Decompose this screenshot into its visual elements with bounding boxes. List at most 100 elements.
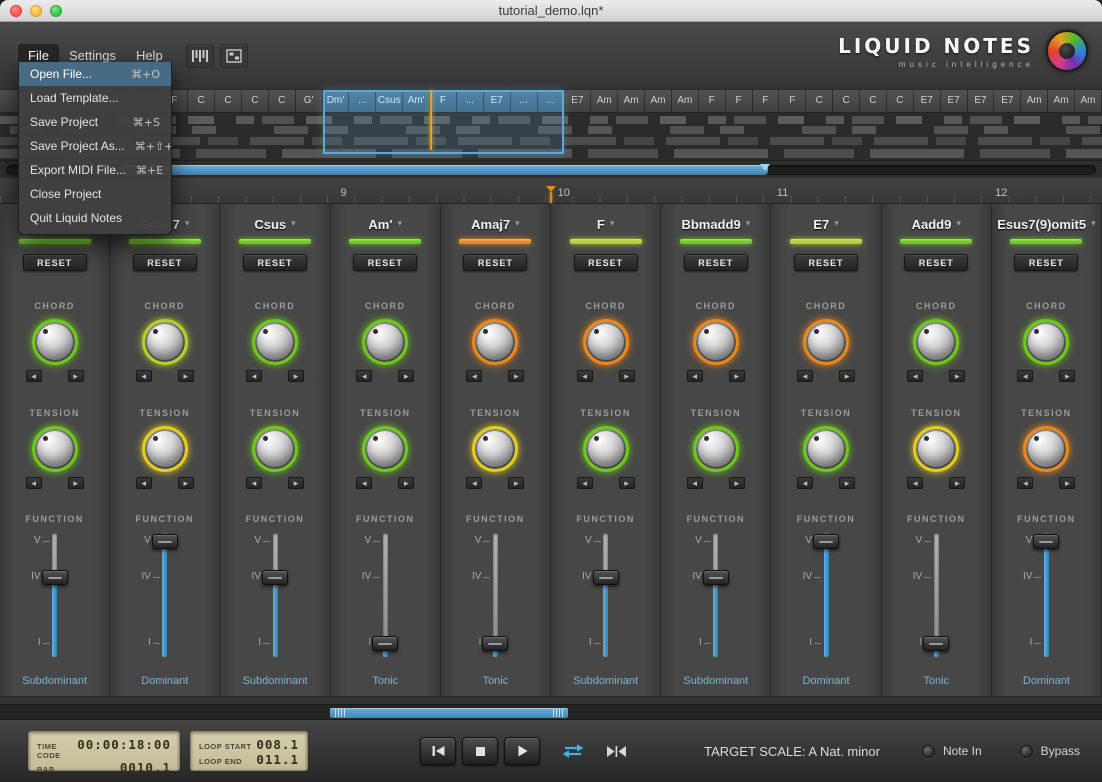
tension-prev-button[interactable]: ◂ (686, 477, 703, 489)
tension-knob[interactable] (913, 426, 960, 472)
timeline-chord-cell[interactable]: F (725, 90, 753, 112)
chord-selector[interactable]: Am' ▾ (368, 216, 402, 232)
file-menu-item[interactable]: Export MIDI File... ⌘+E (19, 158, 171, 182)
chord-selector[interactable]: Bbmadd9 ▾ (681, 216, 750, 232)
timeline-chord-cell[interactable]: E7 (483, 90, 511, 112)
tension-knob[interactable] (582, 426, 629, 472)
tension-next-button[interactable]: ▸ (618, 477, 635, 489)
piano-view-button[interactable] (186, 44, 214, 68)
tension-knob[interactable] (31, 426, 78, 472)
function-slider[interactable]: V IV I (901, 533, 971, 663)
reset-button[interactable]: RESET (794, 254, 859, 271)
function-slider[interactable]: V IV I (460, 533, 530, 663)
reset-button[interactable]: RESET (243, 254, 307, 271)
ruler-playhead-marker[interactable] (545, 186, 556, 203)
chord-selector[interactable]: E7 ▾ (813, 216, 838, 232)
chord-knob[interactable] (362, 319, 409, 365)
reset-button[interactable]: RESET (463, 254, 528, 271)
function-slider[interactable]: V IV I (350, 533, 420, 663)
tension-prev-button[interactable]: ◂ (907, 477, 924, 489)
function-slider-handle[interactable] (592, 570, 619, 585)
timeline-chord-cell[interactable]: F (752, 90, 780, 112)
minimize-window-button[interactable] (30, 5, 42, 17)
function-slider[interactable]: V IV I (130, 533, 200, 663)
tension-next-button[interactable]: ▸ (67, 477, 84, 489)
chord-next-button[interactable]: ▸ (728, 370, 745, 382)
bottom-scrollbar[interactable] (0, 704, 1102, 720)
tension-knob[interactable] (803, 426, 850, 472)
function-slider-handle[interactable] (151, 534, 178, 549)
skip-to-end-button[interactable] (606, 745, 627, 758)
chord-knob[interactable] (803, 319, 850, 365)
chord-next-button[interactable]: ▸ (839, 370, 856, 382)
chord-knob[interactable] (1023, 319, 1070, 365)
tension-prev-button[interactable]: ◂ (797, 477, 814, 489)
tension-next-button[interactable]: ▸ (398, 477, 415, 489)
chord-knob[interactable] (31, 319, 78, 365)
chord-prev-button[interactable]: ◂ (356, 370, 373, 382)
tension-prev-button[interactable]: ◂ (246, 477, 262, 489)
tension-prev-button[interactable]: ◂ (25, 477, 42, 489)
chord-selector[interactable]: Amaj7 ▾ (471, 216, 520, 232)
chord-knob[interactable] (692, 319, 739, 365)
timeline-chord-cell[interactable]: Dm' (322, 90, 350, 112)
chord-knob[interactable] (913, 319, 960, 365)
function-slider-handle[interactable] (262, 570, 288, 585)
timeline-chord-cell[interactable]: Am (618, 90, 645, 112)
reset-button[interactable]: RESET (353, 254, 418, 271)
function-slider-handle[interactable] (1033, 534, 1060, 549)
timeline-chord-cell[interactable]: E7 (994, 90, 1022, 112)
timeline-chord-cell[interactable]: Am (591, 90, 619, 112)
tension-knob[interactable] (141, 426, 188, 472)
timeline-chord-cell[interactable]: Am (1048, 90, 1075, 112)
overview-range-bar[interactable] (120, 165, 768, 175)
timeline-chord-cell[interactable]: F (430, 90, 457, 112)
tension-prev-button[interactable]: ◂ (466, 477, 483, 489)
note-in-toggle[interactable]: Note In (921, 744, 982, 758)
timeline-chord-cell[interactable]: C (833, 90, 860, 112)
chord-prev-button[interactable]: ◂ (466, 370, 483, 382)
timeline-chord-cell[interactable]: E7 (564, 90, 592, 112)
reset-button[interactable]: RESET (573, 254, 638, 271)
timeline-chord-cell[interactable]: F (779, 90, 807, 112)
timeline-chord-cell[interactable]: C (241, 90, 269, 112)
tension-prev-button[interactable]: ◂ (576, 477, 593, 489)
timeline-chord-cell[interactable]: Am' (403, 90, 430, 112)
function-slider-handle[interactable] (813, 534, 840, 549)
timeline-chord-cell[interactable]: Csus (376, 90, 404, 112)
function-slider-handle[interactable] (702, 570, 729, 585)
timeline-chord-cell[interactable]: Am (1021, 90, 1049, 112)
timeline-chord-cell[interactable]: Am (645, 90, 672, 112)
tension-knob[interactable] (362, 426, 409, 472)
chord-knob[interactable] (252, 319, 298, 365)
timeline-chord-cell[interactable]: ... (510, 90, 538, 112)
tension-knob[interactable] (1023, 426, 1070, 472)
file-menu-item[interactable]: Load Template... (19, 86, 171, 110)
function-slider[interactable]: V IV I (571, 533, 641, 663)
timeline-chord-cell[interactable]: ... (456, 90, 484, 112)
reset-button[interactable]: RESET (1014, 254, 1079, 271)
chord-next-button[interactable]: ▸ (1059, 370, 1076, 382)
chord-knob[interactable] (141, 319, 188, 365)
chord-prev-button[interactable]: ◂ (797, 370, 814, 382)
timeline-chord-cell[interactable]: E7 (940, 90, 968, 112)
timeline-chord-cell[interactable]: Am (1075, 90, 1102, 112)
chord-knob[interactable] (582, 319, 629, 365)
tension-prev-button[interactable]: ◂ (1017, 477, 1034, 489)
tension-next-button[interactable]: ▸ (949, 477, 966, 489)
chord-selector[interactable]: Aadd9 ▾ (912, 216, 961, 232)
timeline-chord-cell[interactable]: G' (295, 90, 323, 112)
chord-next-button[interactable]: ▸ (67, 370, 84, 382)
timeline-chord-cell[interactable]: E7 (967, 90, 995, 112)
tension-knob[interactable] (472, 426, 519, 472)
chord-prev-button[interactable]: ◂ (907, 370, 924, 382)
tension-prev-button[interactable]: ◂ (135, 477, 152, 489)
function-slider-handle[interactable] (923, 636, 950, 651)
grid-view-button[interactable] (220, 44, 248, 68)
file-menu-item[interactable]: Save Project As... ⌘+⇧+S (19, 134, 171, 158)
function-slider[interactable]: V IV I (240, 533, 310, 663)
chord-next-button[interactable]: ▸ (618, 370, 635, 382)
function-slider[interactable]: V IV I (20, 533, 90, 663)
chord-next-button[interactable]: ▸ (288, 370, 304, 382)
function-slider[interactable]: V IV I (791, 533, 861, 663)
